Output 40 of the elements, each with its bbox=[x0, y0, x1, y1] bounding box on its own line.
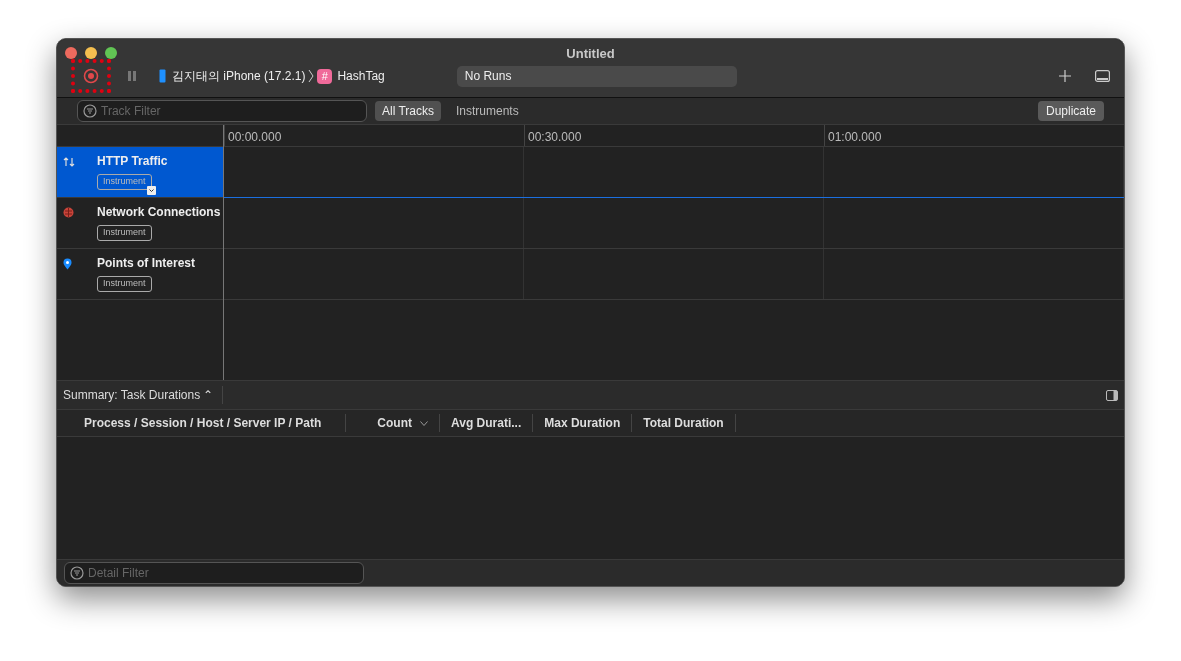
column-header[interactable]: Total Duration bbox=[632, 414, 736, 432]
instrument-tag: Instrument bbox=[97, 225, 152, 241]
time-label: 00:00.000 bbox=[228, 130, 282, 144]
app-icon: # bbox=[317, 68, 333, 84]
column-header[interactable]: Process / Session / Host / Server IP / Path bbox=[73, 414, 346, 432]
record-button[interactable] bbox=[71, 59, 111, 93]
scope-tab[interactable]: Instruments bbox=[449, 101, 526, 121]
track-name: Network Connections bbox=[97, 204, 221, 221]
duplicate-button[interactable]: Duplicate bbox=[1037, 101, 1104, 121]
column-header[interactable]: Avg Durati... bbox=[440, 414, 534, 432]
sidebar-toggle-icon[interactable] bbox=[1106, 389, 1118, 401]
instrument-tag: Instrument bbox=[97, 276, 152, 292]
panel-toggle-icon[interactable] bbox=[1095, 70, 1110, 82]
record-icon bbox=[83, 68, 99, 84]
track-row[interactable]: Points of Interest Instrument bbox=[57, 249, 223, 300]
track-filter-field[interactable]: Track Filter bbox=[77, 100, 367, 122]
column-header[interactable]: Count bbox=[346, 414, 440, 432]
run-selector[interactable]: No Runs bbox=[456, 65, 737, 87]
add-icon[interactable] bbox=[1059, 70, 1071, 82]
time-label: 00:30.000 bbox=[528, 130, 582, 144]
close-button[interactable] bbox=[65, 47, 77, 59]
sort-caret-icon bbox=[420, 420, 428, 426]
scope-tab[interactable]: All Tracks bbox=[375, 101, 441, 121]
pause-icon[interactable] bbox=[127, 70, 137, 82]
dropdown-icon[interactable] bbox=[146, 185, 156, 195]
time-label: 01:00.000 bbox=[828, 130, 882, 144]
track-name: HTTP Traffic bbox=[97, 153, 168, 170]
detail-filter-field[interactable]: Detail Filter bbox=[64, 562, 364, 584]
summary-selector[interactable]: Summary: Task Durations ⌃ bbox=[63, 386, 223, 404]
track-name: Points of Interest bbox=[97, 255, 195, 272]
column-header[interactable]: Max Duration bbox=[533, 414, 633, 432]
minimize-button[interactable] bbox=[85, 47, 97, 59]
window-title: Untitled bbox=[566, 46, 615, 61]
phone-icon bbox=[159, 69, 166, 83]
device-name[interactable]: 김지태의 iPhone (17.2.1) bbox=[172, 67, 306, 85]
chevron-icon bbox=[308, 69, 315, 83]
track-row[interactable]: Network Connections Instrument bbox=[57, 198, 223, 249]
app-name[interactable]: HashTag bbox=[337, 67, 385, 85]
track-row[interactable]: HTTP Traffic Instrument bbox=[57, 147, 223, 198]
zoom-button[interactable] bbox=[105, 47, 117, 59]
